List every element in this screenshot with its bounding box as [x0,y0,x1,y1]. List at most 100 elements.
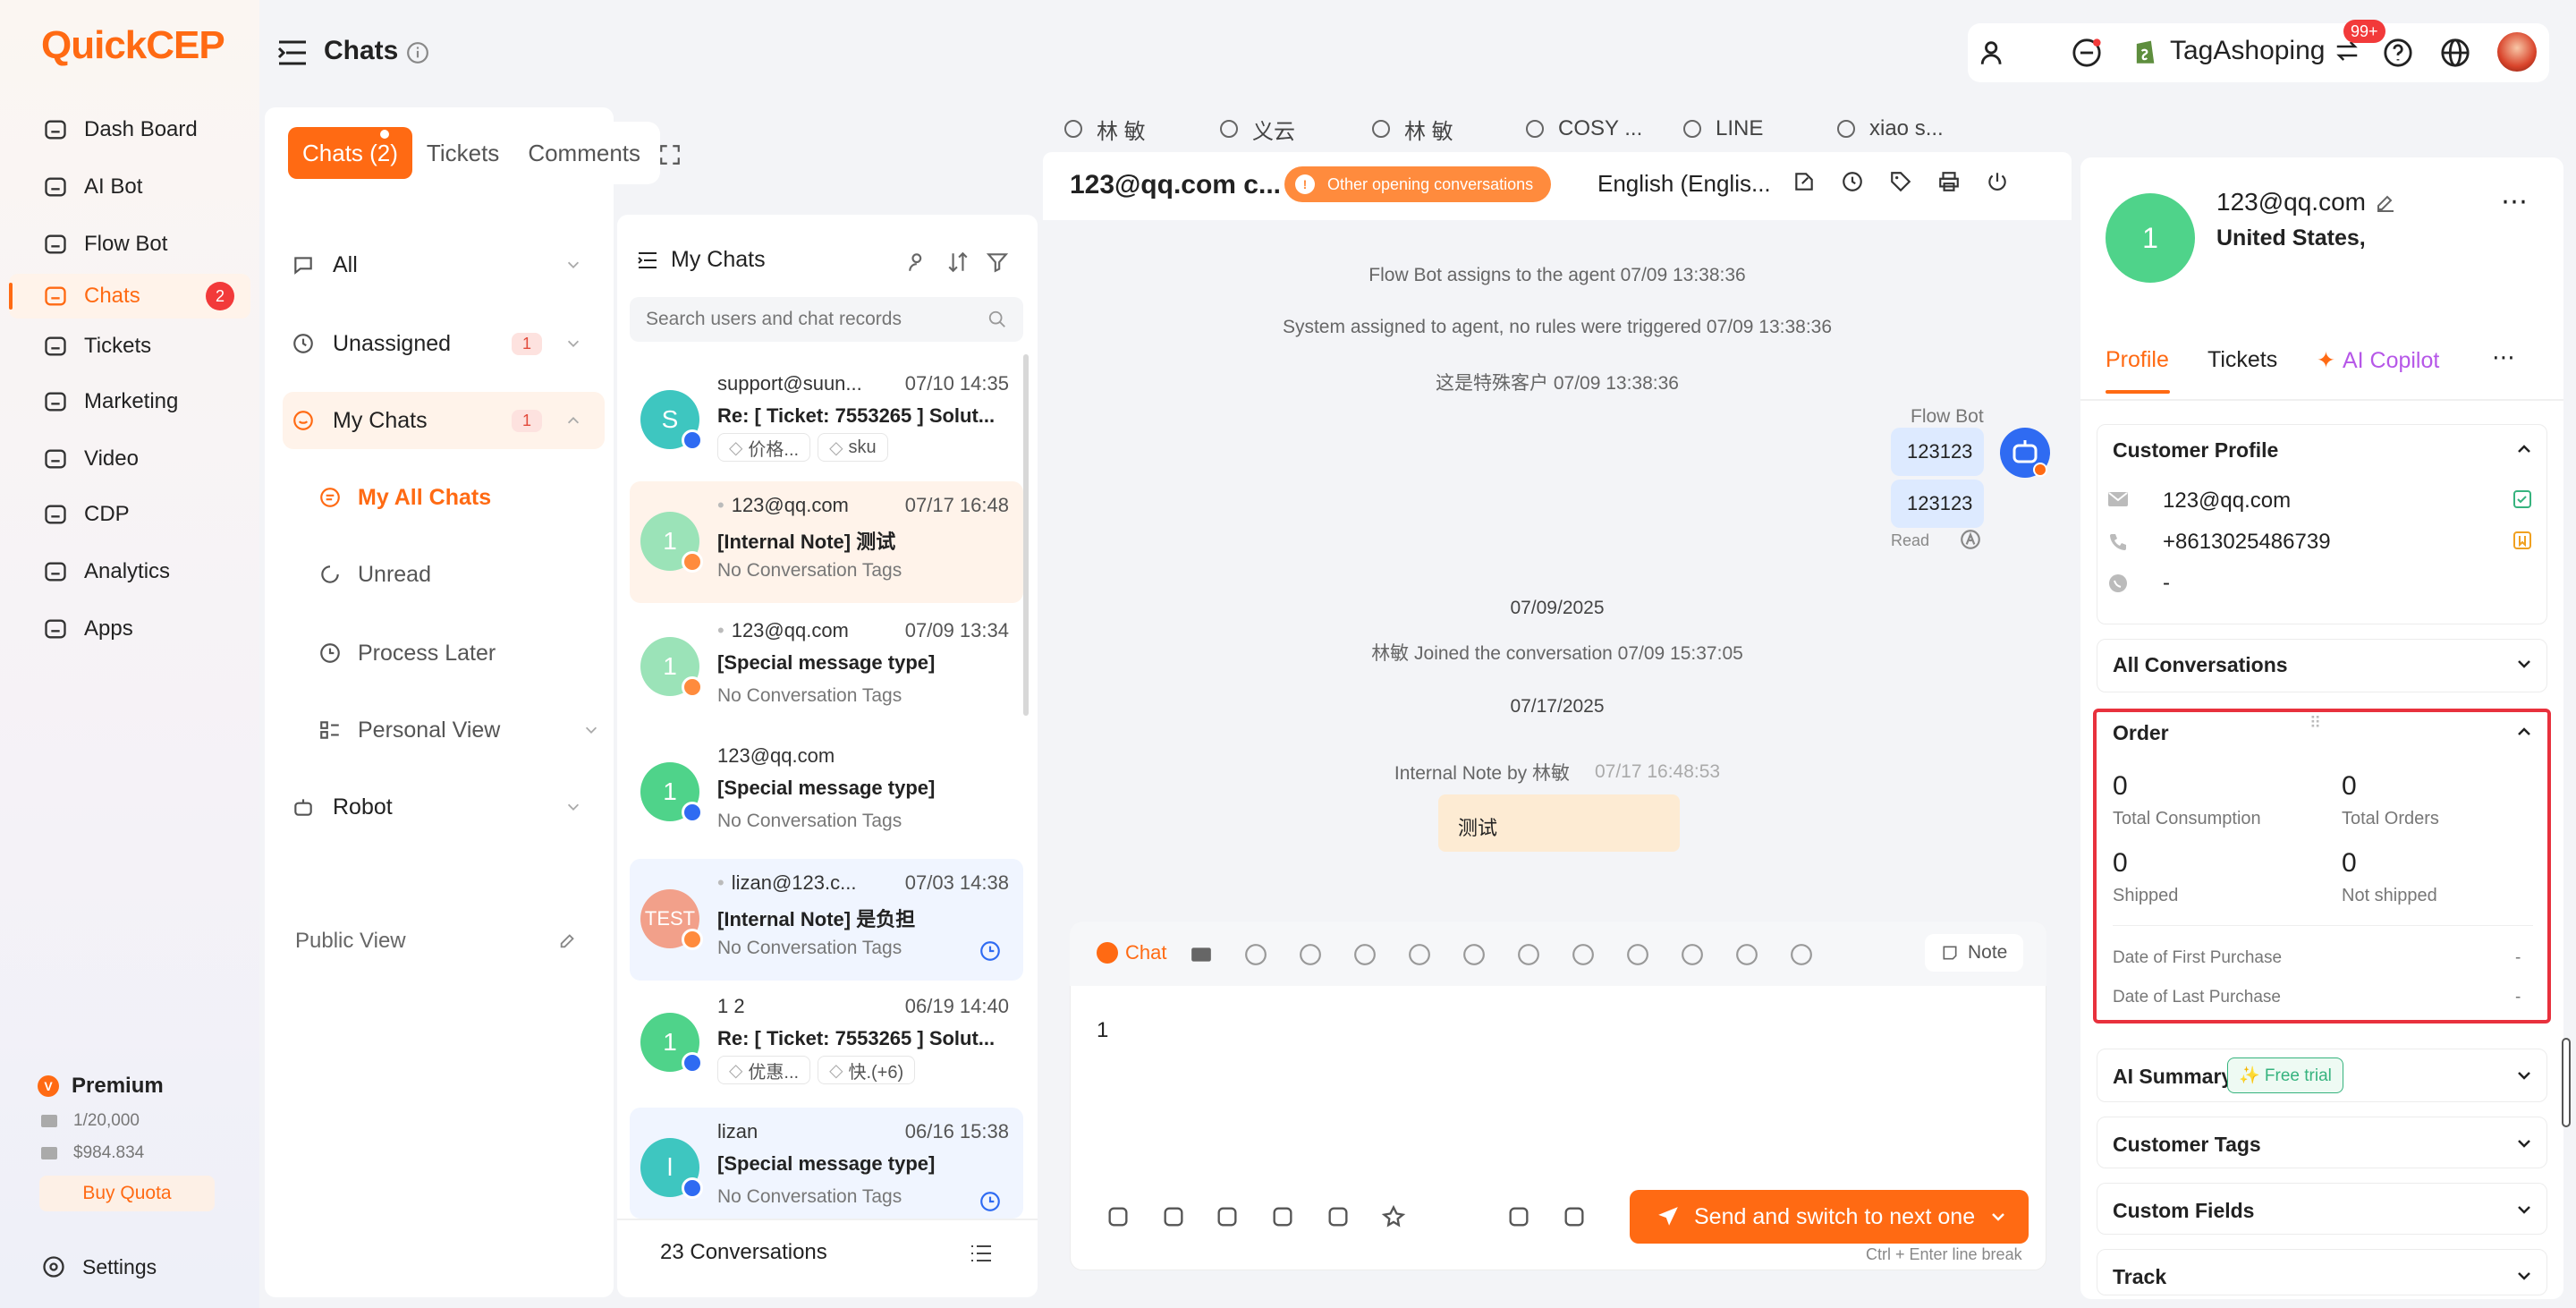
tag-icon[interactable] [1889,170,1912,193]
edit-icon[interactable] [2375,191,2396,213]
messenger-icon[interactable] [1462,943,1486,966]
chevron-down-icon[interactable] [2515,1201,2533,1219]
folder-all[interactable]: All [283,236,605,293]
tab-tickets[interactable]: Tickets [2207,347,2277,373]
expand-icon[interactable] [658,143,682,166]
message-input[interactable]: 1 [1097,1018,1108,1043]
sub-personal-view[interactable]: Personal View [318,703,597,757]
tab-comments[interactable]: Comments [513,127,655,179]
tab-ai-copilot[interactable]: ✦ AI Copilot [2317,347,2439,374]
amazon-icon[interactable] [1572,943,1595,966]
customer-tags-title[interactable]: Customer Tags [2113,1133,2261,1157]
all-conversations-title[interactable]: All Conversations [2113,653,2288,677]
edit-icon[interactable] [558,930,578,950]
chat-row[interactable]: Ssupport@suun... 07/10 14:35 Re: [ Ticket:… [630,360,1023,481]
conversation-tab[interactable]: COSY ... [1524,111,1642,147]
line-icon[interactable] [1299,943,1322,966]
conversation-tag[interactable]: ◇ 价格... [717,433,811,462]
chat-row[interactable]: 1 • 123@qq.com 07/09 13:34 [Special message … [630,607,1023,728]
ticket-template-icon[interactable] [1270,1204,1295,1229]
save-icon[interactable] [1215,1204,1240,1229]
dnd-icon[interactable] [2072,38,2102,68]
conversation-tab[interactable]: 林 敏 [1370,111,1453,147]
chat-row[interactable]: l lizan 06/16 15:38 [Special message type] N… [630,1108,1023,1219]
chat-channel-icon-2[interactable] [1681,943,1704,966]
sub-my-all-chats[interactable]: My All Chats [318,471,491,524]
contact-name[interactable]: 123@qq.com c... [1070,170,1281,200]
folder-my-chats[interactable]: My Chats 1 [283,392,605,449]
help-icon[interactable] [2383,38,2413,68]
export-icon[interactable] [1792,170,1816,193]
conversation-tag[interactable]: ◇ 优惠... [717,1056,811,1084]
folder-unassigned[interactable]: Unassigned 1 [283,315,605,372]
profile-scrollbar[interactable] [2562,1038,2571,1127]
store-switcher[interactable]: TagAshoping [2132,36,2360,66]
nav-item-tickets[interactable]: Tickets [9,324,250,369]
globe-icon[interactable] [2440,38,2470,68]
other-conversations-button[interactable]: ! Other opening conversations [1284,166,1552,202]
emoji-icon[interactable] [1562,1204,1587,1229]
sub-process-later[interactable]: Process Later [318,626,496,680]
ai-translate-icon[interactable] [1959,528,1982,551]
chat-row[interactable]: TEST • lizan@123.c... 07/03 14:38 [Internal … [630,859,1023,981]
nav-item-marketing[interactable]: Marketing [9,379,250,424]
nav-item-chats[interactable]: Chats 2 [9,274,250,319]
user-avatar[interactable] [2497,32,2537,72]
chat-row[interactable]: 1 • 123@qq.com 07/17 16:48 [Internal Note] 测… [630,481,1023,603]
conversation-tab[interactable]: 义云 [1218,111,1295,147]
attach-icon[interactable] [1506,1204,1531,1229]
folder-robot[interactable]: Robot [283,778,605,836]
chevron-down-icon[interactable] [1989,1208,2007,1226]
custom-fields-title[interactable]: Custom Fields [2113,1199,2254,1223]
send-button[interactable]: Send and switch to next one [1630,1190,2029,1244]
agent-status-icon[interactable] [1979,38,2009,68]
bookmark-icon[interactable] [2512,530,2533,551]
search-box[interactable] [630,297,1023,342]
conversation-tag[interactable]: ◇ sku [818,433,888,462]
drag-handle-icon[interactable]: ⠿ [2309,714,2322,733]
info-icon[interactable] [406,41,429,64]
tab-chats[interactable]: Chats (2) [288,127,412,179]
verified-email-icon[interactable] [2512,488,2533,510]
free-trial-badge[interactable]: ✨ Free trial [2227,1057,2343,1093]
power-icon[interactable] [1986,170,2009,193]
nav-item-analytics[interactable]: Analytics [9,549,250,594]
conversation-tag[interactable]: ◇ 快.(+6) [818,1056,916,1084]
chevron-down-icon[interactable] [2515,1066,2533,1084]
customer-profile-title[interactable]: Customer Profile [2113,438,2278,463]
nav-item-ai-bot[interactable]: AI Bot [9,165,250,209]
nav-item-flow-bot[interactable]: Flow Bot [9,222,250,267]
channel-chat[interactable]: Chat [1097,941,1166,964]
nav-item-video[interactable]: Video [9,437,250,481]
whatsapp-icon[interactable] [1244,943,1267,966]
track-title[interactable]: Track [2113,1265,2166,1289]
chatlist-scrollbar[interactable] [1023,354,1029,716]
language-select[interactable]: English (Englis... [1597,170,1771,198]
instagram-icon[interactable] [1517,943,1540,966]
tab-profile[interactable]: Profile [2106,347,2169,373]
note-button[interactable]: Note [1925,934,2024,972]
sub-unread[interactable]: Unread [318,548,431,601]
list-view-icon[interactable] [970,1244,993,1263]
ai-summary-title[interactable]: AI Summary [2113,1065,2233,1089]
ebay-icon[interactable] [1790,943,1813,966]
settings-item[interactable]: Settings [41,1254,157,1279]
nav-item-cdp[interactable]: CDP [9,492,250,537]
conversation-tab[interactable]: LINE [1682,111,1763,147]
chevron-up-icon[interactable] [2515,723,2533,741]
magic-wand-icon[interactable] [1106,1204,1131,1229]
lightning-icon[interactable] [1161,1204,1186,1229]
star-icon[interactable] [1381,1204,1406,1229]
logo[interactable]: QuickCEP [41,23,225,68]
shopify-channel-icon[interactable] [1735,943,1758,966]
buy-quota-button[interactable]: Buy Quota [39,1176,215,1211]
google-icon[interactable] [1353,943,1377,966]
tab-tickets[interactable]: Tickets [412,127,513,179]
chevron-down-icon[interactable] [2515,655,2533,673]
conversation-tab[interactable]: xiao s... [1835,111,1944,147]
sms-icon[interactable] [1626,943,1649,966]
search-input[interactable] [646,309,987,330]
print-icon[interactable] [1937,170,1961,193]
chat-row[interactable]: 1 123@qq.com [Special message type] No Conv… [630,732,1023,854]
filter-icon[interactable] [986,251,1009,274]
